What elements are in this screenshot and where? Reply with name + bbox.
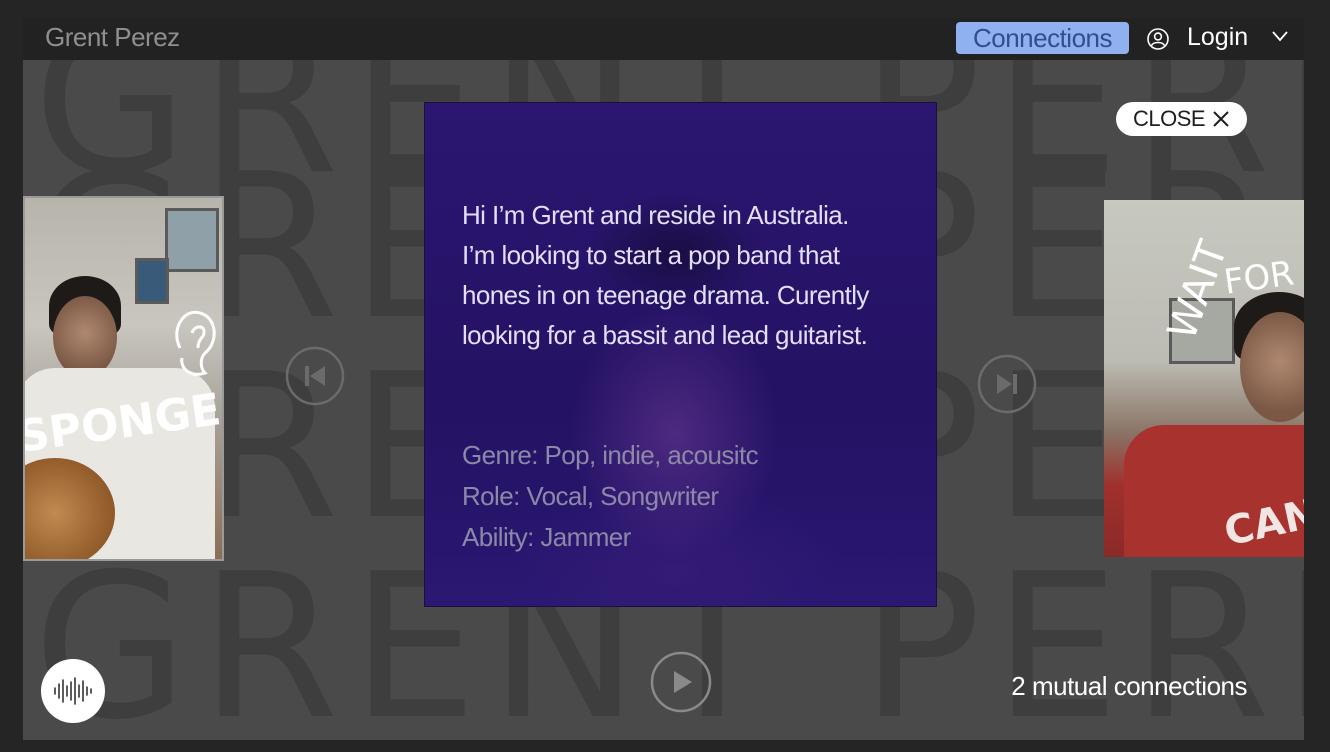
skip-previous-icon[interactable] [285,346,345,406]
bio-line: I’m looking to start a pop band that [462,240,840,270]
audio-waveform-icon [54,677,92,705]
close-button[interactable]: CLOSE [1116,102,1247,136]
bio-line: looking for a bassit and lead guitarist. [462,320,868,350]
bio-line: Hi I’m Grent and reside in Australia. [462,200,849,230]
photo-face [53,296,117,378]
doodle-icon [175,310,216,376]
skip-next-icon[interactable] [977,354,1037,414]
profile-role: Role: Vocal, Songwriter [462,481,719,511]
profile-card: Hi I’m Grent and reside in Australia. I’… [424,102,937,607]
profile-bio: Hi I’m Grent and reside in Australia. I’… [462,195,932,355]
close-icon [1213,111,1229,127]
app-title: Grent Perez [45,22,180,52]
photo-wall-frame [135,258,169,304]
bio-line: hones in on teenage drama. Curently [462,280,869,310]
chevron-down-icon[interactable] [1272,30,1288,42]
play-icon[interactable] [650,651,712,713]
profile-ability: Ability: Jammer [462,522,631,552]
next-profile-photo[interactable]: CAN FOR WAIT [1104,200,1304,557]
connections-button[interactable]: Connections [956,22,1129,54]
profile-attributes: Genre: Pop, indie, acousitc Role: Vocal,… [462,435,922,558]
photo-wall-frame [165,208,219,272]
previous-profile-photo[interactable]: SPONGE [23,196,224,561]
top-bar: Grent Perez Connections Login [23,18,1304,60]
audio-button[interactable] [41,659,105,723]
profile-genre: Genre: Pop, indie, acousitc [462,440,759,470]
app-frame: GRENT PEREZ GRENT PEREZ GRENT PEREZ GREN… [23,18,1304,740]
login-link[interactable]: Login [1187,23,1248,52]
close-button-label: CLOSE [1133,106,1206,131]
user-circle-icon[interactable] [1147,28,1169,50]
mutual-connections-count[interactable]: 2 mutual connections [1011,671,1247,702]
